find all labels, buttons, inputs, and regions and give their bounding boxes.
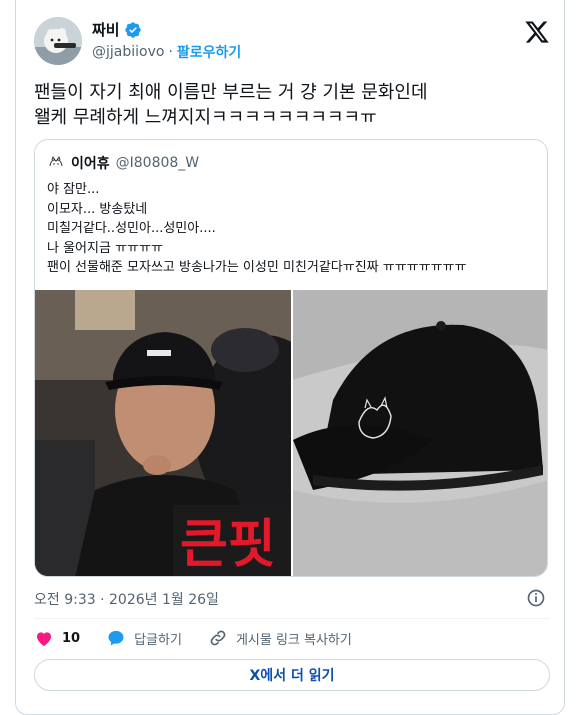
quoted-header: 이어휴 @I80808_W [47, 153, 199, 173]
read-more-button[interactable]: X에서 더 읽기 [34, 659, 550, 691]
divider [34, 618, 550, 619]
quoted-line: 야 잠만... [47, 182, 100, 197]
like-button[interactable]: 10 [34, 628, 80, 648]
quoted-tweet[interactable]: 이어휴 @I80808_W 야 잠만... 이모자... 방송탔네 미칠거같다.… [34, 139, 548, 577]
tweet-line: 왤케 무례하게 느껴지지ㅋㅋㅋㅋㅋㅋㅋㅋㅋㅠ [34, 107, 377, 128]
author-name-row: 짜비 [92, 19, 142, 40]
quoted-image-man-in-cap[interactable]: 큰핏 [35, 290, 291, 576]
author-handle-row: @jjabiiovo · 팔로우하기 [92, 42, 241, 62]
author-name[interactable]: 짜비 [92, 19, 120, 40]
action-bar: 10 답글하기 게시물 링크 복사하기 [34, 627, 378, 649]
info-icon[interactable] [526, 588, 546, 608]
quoted-image-black-cap[interactable] [293, 290, 547, 576]
tweet-header: 짜비 @jjabiiovo · 팔로우하기 [34, 17, 550, 65]
quoted-avatar [47, 154, 65, 172]
quoted-author-name: 이어휴 [71, 156, 110, 172]
copy-link-label: 게시물 링크 복사하기 [235, 632, 352, 648]
image-overlay-text: 큰핏 [180, 516, 276, 574]
link-icon [210, 630, 226, 646]
quoted-text: 야 잠만... 이모자... 방송탔네 미칠거같다..성민아...성민아....… [47, 180, 537, 278]
timestamp[interactable]: 오전 9:33 · 2026년 1월 26일 [34, 589, 219, 609]
tweet-text: 팬들이 자기 최애 이름만 부르는 거 걍 기본 문화인데 왤케 무례하게 느껴… [34, 80, 554, 130]
tweet-card: 짜비 @jjabiiovo · 팔로우하기 팬들이 자기 최애 이름만 부르는 … [15, 0, 565, 715]
tweet-line: 팬들이 자기 최애 이름만 부르는 거 걍 기본 문화인데 [34, 82, 428, 103]
quoted-line: 이모자... 방송탔네 [47, 201, 148, 217]
reply-icon [108, 630, 124, 646]
quoted-line: 나 울어지금 ㅠㅠㅠㅠ [47, 240, 163, 256]
follow-button[interactable]: 팔로우하기 [177, 42, 241, 62]
copy-link-button[interactable]: 게시물 링크 복사하기 [208, 628, 352, 648]
quoted-author-handle: @I80808_W [115, 155, 200, 171]
quoted-line: 미칠거같다..성민아...성민아.... [47, 221, 216, 236]
reply-label: 답글하기 [134, 632, 182, 648]
x-logo-icon[interactable] [524, 19, 550, 45]
author-avatar[interactable] [34, 17, 82, 65]
reply-button[interactable]: 답글하기 [106, 628, 182, 648]
quoted-line: 팬이 선물해준 모자쓰고 방송나가는 이성민 미친거같다ㅠ진짜 ㅠㅠㅠㅠㅠㅠㅠ [47, 260, 467, 275]
like-count: 10 [62, 630, 81, 646]
author-handle[interactable]: @jjabiiovo [92, 44, 164, 60]
heart-icon [37, 632, 51, 646]
handle-separator: · [168, 44, 173, 60]
verified-badge-icon [124, 21, 141, 38]
